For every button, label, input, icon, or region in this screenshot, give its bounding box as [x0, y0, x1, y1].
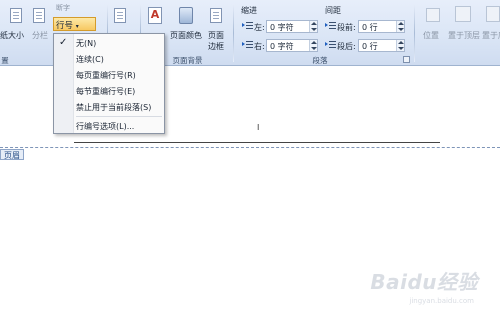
spacing-after-value: 0 行	[362, 42, 378, 51]
menu-item-label: 每页重编行号(R)	[76, 71, 136, 80]
bring-to-front-button[interactable]: 置于顶层	[448, 30, 480, 41]
menu-item-options[interactable]: 行编号选项(L)...	[54, 118, 164, 134]
text-cursor: I	[257, 123, 260, 132]
checkmark-icon: ✓	[59, 37, 68, 48]
position-icon[interactable]	[426, 8, 440, 22]
chevron-down-icon: ▾	[75, 23, 79, 30]
page-border-button[interactable]: 页面边框	[208, 30, 228, 52]
spacing-after-label: 段后:	[337, 42, 356, 51]
menu-item-continuous[interactable]: 连续(C)	[54, 51, 164, 67]
page-background-group-label: 页面背景	[172, 56, 203, 65]
bring-to-front-icon[interactable]	[455, 6, 471, 22]
line-numbers-menu: ✓ 无(N) 连续(C) 每页重编行号(R) 每节重编行号(E) 禁止用于当前段…	[53, 33, 165, 134]
columns-label[interactable]: 分栏	[32, 30, 48, 41]
page-border-icon[interactable]	[210, 8, 222, 23]
menu-item-label: 禁止用于当前段落(S)	[76, 103, 152, 112]
spinner-icon[interactable]	[396, 21, 404, 32]
spinner-icon[interactable]	[309, 40, 317, 51]
ribbon-separator	[233, 4, 234, 62]
menu-item-label: 每节重编行号(E)	[76, 87, 136, 96]
indent-right-value: 0 字符	[270, 42, 294, 51]
indent-left-icon	[242, 21, 253, 31]
watermark-icon[interactable]	[114, 8, 126, 23]
position-button[interactable]: 位置	[423, 30, 439, 41]
page-color-icon[interactable]	[179, 7, 193, 24]
paper-size-icon	[10, 8, 22, 23]
paper-size-label[interactable]: 纸大小	[0, 30, 24, 41]
watermark-url: jingyan.baidu.com	[409, 297, 474, 305]
watermark-text: Baidu经验	[370, 270, 478, 294]
menu-item-restart-section[interactable]: 每节重编行号(E)	[54, 83, 164, 99]
indent-right-label: 右:	[254, 42, 265, 51]
line-numbers-label: 行号	[56, 21, 74, 31]
indent-right-icon	[242, 40, 253, 50]
menu-item-label: 无(N)	[76, 39, 97, 48]
header-tag: 页眉	[0, 149, 24, 160]
indent-title: 缩进	[241, 6, 257, 15]
spacing-after-icon	[325, 40, 336, 50]
spacing-before-icon	[325, 21, 336, 31]
menu-item-label: 连续(C)	[76, 55, 104, 64]
indent-left-input[interactable]: 0 字符	[266, 20, 318, 33]
menu-separator	[76, 116, 162, 117]
send-to-back-button[interactable]: 置于底层	[482, 30, 500, 41]
menu-item-label: 行编号选项(L)...	[76, 122, 135, 131]
spinner-icon[interactable]	[309, 21, 317, 32]
indent-left-value: 0 字符	[270, 23, 294, 32]
page-setup-group-label: 置	[1, 56, 9, 65]
menu-item-suppress[interactable]: 禁止用于当前段落(S)	[54, 99, 164, 115]
columns-icon	[33, 8, 45, 23]
header-line	[74, 142, 440, 143]
indent-left-label: 左:	[254, 23, 265, 32]
spinner-icon[interactable]	[396, 40, 404, 51]
line-numbers-button[interactable]: 行号 ▾	[53, 17, 96, 31]
send-to-back-icon[interactable]	[486, 6, 500, 22]
spacing-before-input[interactable]: 0 行	[358, 20, 405, 33]
menu-item-none[interactable]: ✓ 无(N)	[54, 35, 164, 51]
spacing-title: 间距	[325, 6, 341, 15]
paragraph-group-label: 段落	[312, 56, 328, 65]
dialog-launcher-icon[interactable]	[403, 56, 410, 63]
header-boundary	[0, 147, 500, 148]
ribbon-separator	[414, 4, 415, 62]
spacing-before-value: 0 行	[362, 23, 378, 32]
page-color-button[interactable]: 页面颜色	[170, 30, 202, 41]
hyphenation-button[interactable]: 断字	[56, 3, 70, 13]
spacing-after-input[interactable]: 0 行	[358, 39, 405, 52]
watermark-a-icon[interactable]: A	[148, 7, 162, 24]
indent-right-input[interactable]: 0 字符	[266, 39, 318, 52]
menu-item-restart-page[interactable]: 每页重编行号(R)	[54, 67, 164, 83]
spacing-before-label: 段前:	[337, 23, 356, 32]
